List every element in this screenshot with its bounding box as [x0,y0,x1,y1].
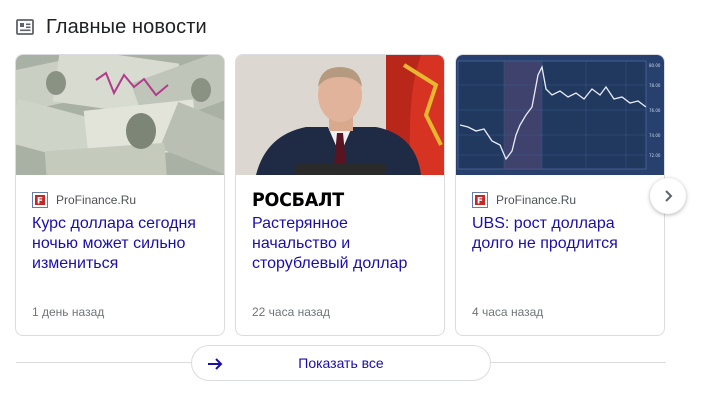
profinance-favicon-icon: F [32,192,48,208]
svg-text:F: F [477,197,483,207]
section-header: Главные новости [16,14,207,40]
card-image-person[interactable] [236,55,444,175]
news-time: 4 часа назад [472,305,544,319]
next-button[interactable] [650,178,686,214]
svg-text:80.00: 80.00 [649,63,661,68]
show-all-button[interactable]: Показать все [191,345,491,381]
news-icon [16,19,34,35]
show-all-label: Показать все [298,355,384,371]
news-time: 22 часа назад [252,305,330,319]
source-name: ProFinance.Ru [56,193,137,207]
arrow-right-icon [208,358,223,370]
chevron-right-icon [665,190,673,202]
svg-text:76.00: 76.00 [649,108,661,113]
news-source: РОСБАЛТ [252,189,352,211]
source-logo: РОСБАЛТ [252,189,344,211]
news-card-1[interactable]: F ProFinance.Ru Курс доллара сегодня ноч… [15,54,225,336]
svg-text:F: F [37,197,43,207]
news-card-2[interactable]: РОСБАЛТ Растерянное начальство и сторубл… [235,54,445,336]
svg-text:72.00: 72.00 [649,153,661,158]
section-title: Главные новости [46,15,207,38]
svg-text:78.00: 78.00 [649,83,661,88]
divider [490,362,666,363]
news-time: 1 день назад [32,305,105,319]
card-image-dollars[interactable] [16,55,224,175]
profinance-favicon-icon: F [472,192,488,208]
news-source: F ProFinance.Ru [32,191,136,209]
source-name: ProFinance.Ru [496,193,577,207]
card-image-chart[interactable]: 80.00 78.00 76.00 74.00 72.00 [456,55,664,175]
news-headline-link[interactable]: Курс доллара сегодня ночью может сильно … [32,214,216,274]
divider [16,362,192,363]
news-source: F ProFinance.Ru [472,191,576,209]
news-card-3[interactable]: 80.00 78.00 76.00 74.00 72.00 F ProFinance.… [455,54,665,336]
svg-text:74.00: 74.00 [649,133,661,138]
news-headline-link[interactable]: Растерянное начальство и сторублевый дол… [252,214,436,274]
news-headline-link[interactable]: UBS: рост доллара долго не продлится [472,214,656,254]
